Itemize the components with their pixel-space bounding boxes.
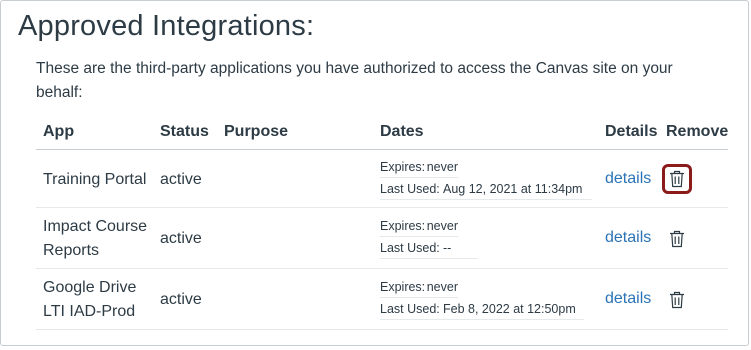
row-divider [36, 329, 728, 330]
row-divider [36, 268, 728, 269]
column-header-status: Status [160, 123, 209, 140]
header-divider [36, 149, 728, 150]
column-header-app: App [43, 123, 75, 140]
remove-button[interactable] [662, 285, 692, 315]
last-used-label: Last Used: [380, 302, 440, 316]
dates-block: Expires: never Last Used: -- [380, 216, 478, 259]
last-used-label: Last Used: [380, 182, 440, 196]
status-text: active [160, 230, 202, 247]
expires-label: Expires: [380, 280, 426, 294]
column-header-remove: Remove [666, 123, 729, 140]
details-link[interactable]: details [605, 290, 651, 308]
last-used-line: Last Used: Feb 8, 2022 at 12:50pm [380, 299, 584, 320]
last-used-line: Last Used: -- [380, 238, 478, 259]
column-header-purpose: Purpose [224, 123, 289, 140]
trash-icon [670, 291, 684, 309]
last-used-value: Aug 12, 2021 at 11:34pm [443, 182, 583, 196]
dates-block: Expires: never Last Used: Aug 12, 2021 a… [380, 157, 592, 200]
last-used-label: Last Used: [380, 241, 440, 255]
details-link[interactable]: details [605, 170, 651, 188]
app-name: Google Drive LTI IAD-Prod [43, 279, 137, 320]
expires-line: Expires: never [380, 216, 458, 237]
status-text: active [160, 291, 202, 308]
remove-button[interactable] [662, 224, 692, 254]
expires-value: never [426, 280, 458, 294]
last-used-value: -- [443, 241, 452, 255]
expires-line: Expires: never [380, 157, 458, 178]
row-divider [36, 207, 728, 208]
expires-label: Expires: [380, 219, 426, 233]
last-used-value: Feb 8, 2022 at 12:50pm [443, 302, 576, 316]
remove-button[interactable] [662, 164, 692, 194]
expires-value: never [426, 219, 458, 233]
trash-icon [670, 230, 684, 248]
expires-line: Expires: never [380, 277, 458, 298]
dates-block: Expires: never Last Used: Feb 8, 2022 at… [380, 277, 584, 320]
trash-icon [670, 170, 684, 188]
column-header-details: Details [605, 123, 658, 140]
details-link[interactable]: details [605, 229, 651, 247]
page-description: These are the third-party applications y… [36, 60, 673, 101]
app-name: Training Portal [43, 171, 147, 188]
expires-label: Expires: [380, 160, 426, 174]
expires-value: never [426, 160, 458, 174]
app-name: Impact Course Reports [43, 218, 148, 259]
last-used-line: Last Used: Aug 12, 2021 at 11:34pm [380, 179, 592, 200]
status-text: active [160, 171, 202, 188]
page-title: Approved Integrations: [18, 10, 315, 42]
column-header-dates: Dates [380, 123, 424, 140]
